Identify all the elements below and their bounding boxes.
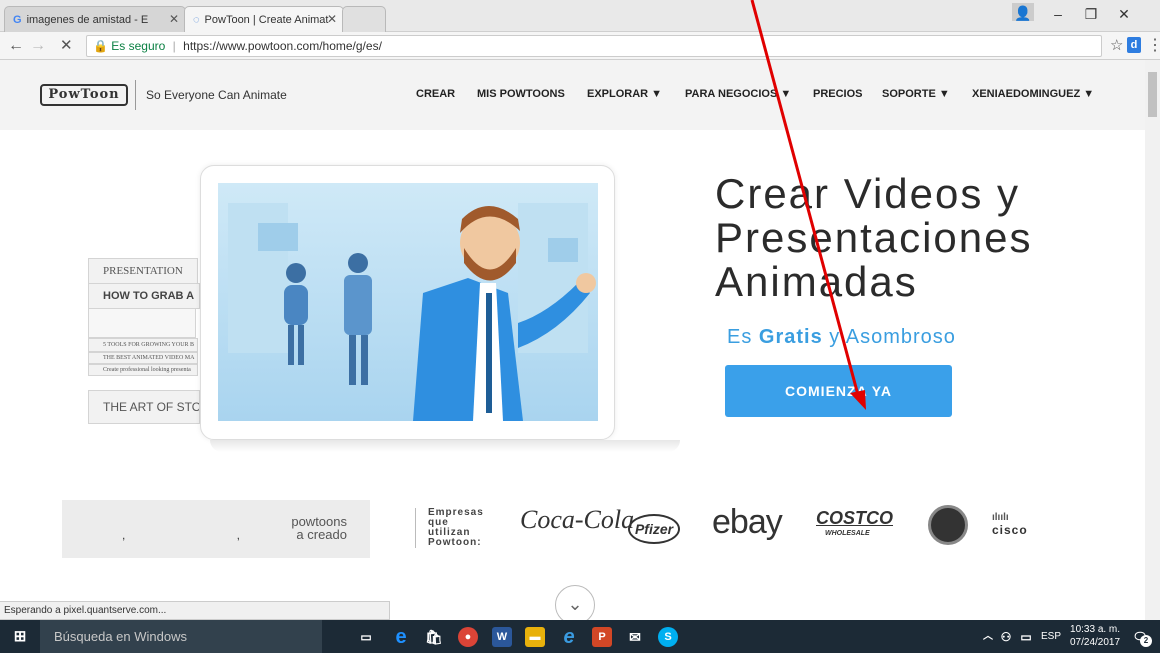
skype-icon[interactable]: S (658, 627, 678, 647)
task-view-icon[interactable]: ▭ (356, 627, 376, 647)
store-icon[interactable]: 🛍 (424, 627, 444, 647)
file-explorer-icon[interactable]: ▬ (525, 627, 545, 647)
clock-time: 10:33 a. m. (1070, 624, 1121, 635)
chrome-icon[interactable]: ● (458, 627, 478, 647)
windows-search-box[interactable]: Búsqueda en Windows (40, 620, 322, 653)
powerpoint-icon[interactable]: P (592, 627, 612, 647)
mail-icon[interactable]: ✉ (625, 627, 645, 647)
language-indicator[interactable]: ESP (1038, 627, 1064, 647)
internet-explorer-icon[interactable]: e (559, 627, 579, 647)
notification-count-badge: 2 (1140, 635, 1152, 647)
windows-taskbar: ⊞ Búsqueda en Windows ▭ e 🛍 ● W ▬ e P ✉ … (0, 620, 1160, 653)
tray-chevron-icon[interactable]: ︿ (978, 627, 998, 647)
annotation-arrow (750, 0, 866, 410)
battery-icon[interactable]: ▭ (1016, 627, 1036, 647)
network-icon[interactable]: ⚇ (996, 627, 1016, 647)
windows-start-icon[interactable]: ⊞ (10, 627, 30, 647)
clock-date: 07/24/2017 (1070, 637, 1121, 648)
system-clock[interactable]: 10:33 a. m. 07/24/2017 (1070, 623, 1120, 649)
word-icon[interactable]: W (492, 627, 512, 647)
edge-icon[interactable]: e (391, 627, 411, 647)
